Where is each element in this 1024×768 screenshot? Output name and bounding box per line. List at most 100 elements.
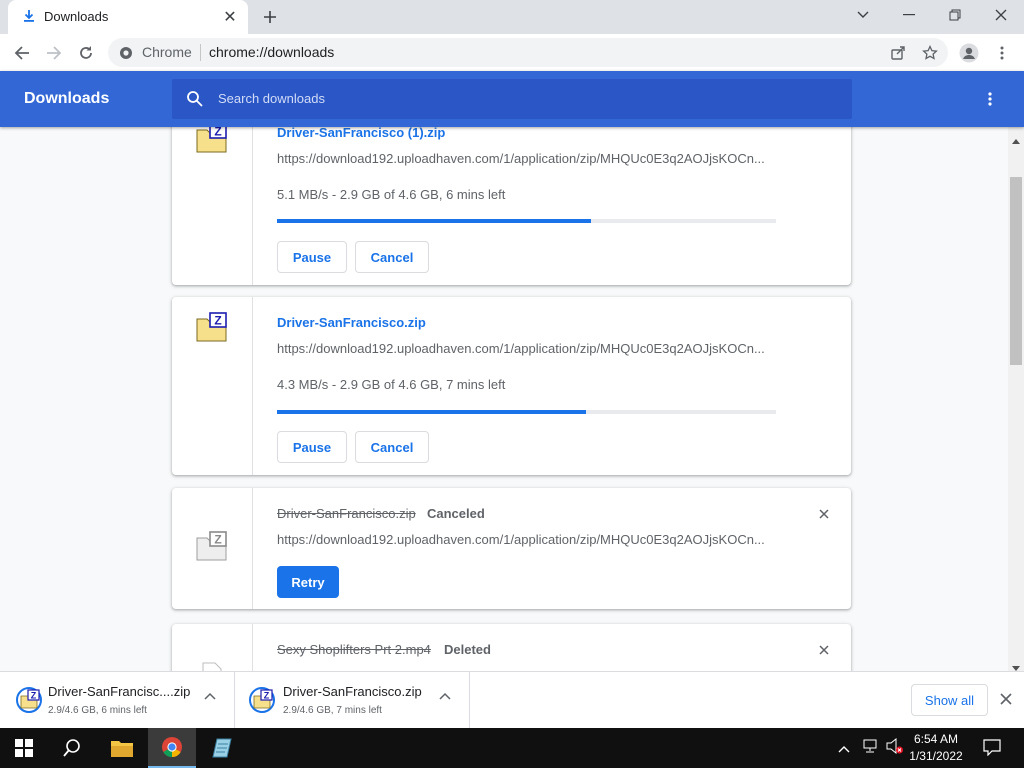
file-icon-column	[172, 624, 253, 671]
new-tab-button[interactable]	[258, 6, 282, 28]
search-field[interactable]: Search downloads	[172, 79, 852, 119]
more-vert-icon	[1000, 46, 1004, 60]
chrome-taskbar-button[interactable]	[148, 728, 196, 768]
svg-text:Z: Z	[214, 314, 221, 328]
svg-text:Z: Z	[214, 533, 221, 547]
scroll-up-arrow[interactable]	[1012, 131, 1020, 149]
restore-icon	[949, 9, 961, 21]
tab-close-icon[interactable]: ✕	[220, 7, 240, 27]
clock-time: 6:54 AM	[913, 732, 959, 746]
shelf-item-status: 2.9/4.6 GB, 7 mins left	[283, 705, 382, 716]
file-name-link[interactable]: Driver-SanFrancisco.zip	[277, 506, 416, 521]
svg-text:Z: Z	[31, 691, 37, 701]
omnibox-separator	[200, 44, 201, 61]
chevron-down-icon	[857, 11, 869, 18]
chrome-menu-button[interactable]	[989, 40, 1015, 66]
notepad-taskbar-button[interactable]	[198, 728, 246, 768]
search-taskbar-button[interactable]	[48, 728, 96, 768]
file-icon-column: Z	[172, 297, 253, 475]
download-icon	[24, 10, 34, 22]
retry-button[interactable]: Retry	[277, 566, 339, 598]
arrow-left-icon	[14, 46, 29, 60]
pause-button[interactable]: Pause	[277, 431, 347, 463]
shelf-item-status: 2.9/4.6 GB, 6 mins left	[48, 705, 147, 716]
download-item: Z Driver-SanFrancisco.zip https://downlo…	[172, 297, 851, 475]
network-tray-icon[interactable]	[862, 738, 880, 759]
clock-date: 1/31/2022	[909, 749, 963, 763]
source-url-link[interactable]: https://download192.uploadhaven.com/1/ap…	[277, 151, 777, 166]
back-button[interactable]	[9, 40, 35, 66]
file-name-link[interactable]: Sexy Shoplifters Prt 2.mp4	[277, 642, 431, 657]
download-item: Sexy Shoplifters Prt 2.mp4 Deleted	[172, 624, 851, 671]
chevron-up-icon	[838, 746, 850, 753]
share-icon	[891, 46, 905, 60]
system-clock[interactable]: 6:54 AM 1/31/2022	[906, 731, 966, 765]
source-url-link[interactable]: https://download192.uploadhaven.com/1/ap…	[277, 532, 777, 547]
arrow-right-icon	[47, 46, 62, 60]
scrollbar-thumb[interactable]	[1010, 177, 1022, 365]
file-name-link[interactable]: Driver-SanFrancisco (1).zip	[277, 127, 445, 140]
download-shelf: Z Driver-SanFrancisc....zip 2.9/4.6 GB, …	[0, 671, 1024, 729]
downloads-header: Downloads Search downloads	[0, 71, 1024, 127]
svg-text:Z: Z	[214, 127, 221, 139]
file-explorer-button[interactable]	[98, 728, 146, 768]
progress-bar	[277, 219, 776, 223]
plus-icon	[264, 11, 276, 23]
status-label: Canceled	[427, 506, 485, 521]
chevron-up-icon[interactable]	[439, 692, 451, 700]
progress-text: 5.1 MB/s - 2.9 GB of 4.6 GB, 6 mins left	[277, 187, 506, 202]
show-hidden-icons-button[interactable]	[838, 740, 850, 758]
restore-button[interactable]	[932, 0, 978, 30]
tab-title: Downloads	[44, 9, 109, 24]
cancel-button[interactable]: Cancel	[355, 241, 429, 273]
source-url-link[interactable]: https://download192.uploadhaven.com/1/ap…	[277, 341, 777, 356]
file-icon	[202, 662, 222, 671]
forward-button[interactable]	[41, 40, 67, 66]
page-title: Downloads	[24, 90, 110, 107]
close-icon	[995, 9, 1007, 21]
file-name-link[interactable]: Driver-SanFrancisco.zip	[277, 315, 426, 330]
close-shelf-button[interactable]	[996, 689, 1016, 709]
bookmark-button[interactable]	[917, 40, 943, 66]
zip-file-icon: Z	[196, 127, 227, 153]
omnibox[interactable]: Chrome chrome://downloads	[108, 38, 948, 67]
zip-file-icon: Z	[249, 687, 275, 713]
chevron-up-icon[interactable]	[204, 692, 216, 700]
folder-icon	[111, 741, 133, 757]
speaker-muted-icon	[886, 737, 903, 755]
tab-search-button[interactable]	[840, 0, 886, 30]
shelf-item[interactable]: Z Driver-SanFrancisc....zip 2.9/4.6 GB, …	[0, 672, 235, 729]
file-icon-column: Z	[172, 488, 253, 609]
search-input[interactable]: Search downloads	[218, 91, 325, 106]
download-item: Z Driver-SanFrancisco.zip Canceled https…	[172, 488, 851, 609]
start-button[interactable]	[0, 728, 48, 768]
reload-button[interactable]	[73, 40, 99, 66]
remove-item-button[interactable]	[815, 641, 833, 659]
share-button[interactable]	[885, 40, 911, 66]
chrome-icon	[162, 737, 182, 758]
remove-item-button[interactable]	[815, 505, 833, 523]
reload-icon	[80, 46, 92, 59]
pause-button[interactable]: Pause	[277, 241, 347, 273]
zip-file-icon: Z	[196, 531, 227, 561]
profile-button[interactable]	[956, 40, 982, 66]
triangle-up-icon	[1012, 139, 1020, 144]
shelf-item[interactable]: Z Driver-SanFrancisco.zip 2.9/4.6 GB, 7 …	[235, 672, 470, 729]
notifications-button[interactable]	[983, 738, 1001, 761]
show-all-button[interactable]: Show all	[911, 684, 988, 716]
zip-file-icon: Z	[16, 687, 42, 713]
svg-text:Z: Z	[264, 691, 270, 701]
search-icon	[187, 91, 203, 107]
progress-bar	[277, 410, 776, 414]
tab-downloads[interactable]: Downloads ✕	[8, 0, 248, 34]
network-icon	[863, 739, 877, 753]
progress-text: 4.3 MB/s - 2.9 GB of 4.6 GB, 7 mins left	[277, 377, 506, 392]
close-window-button[interactable]	[978, 0, 1024, 30]
volume-tray-icon[interactable]	[886, 737, 904, 759]
close-icon	[819, 509, 829, 519]
minimize-button[interactable]	[886, 0, 932, 30]
downloads-menu-button[interactable]	[980, 89, 1000, 109]
downloads-list: Z Driver-SanFrancisco (1).zip https://do…	[0, 127, 1008, 671]
cancel-button[interactable]: Cancel	[355, 431, 429, 463]
omnibox-chip: Chrome	[142, 44, 192, 60]
